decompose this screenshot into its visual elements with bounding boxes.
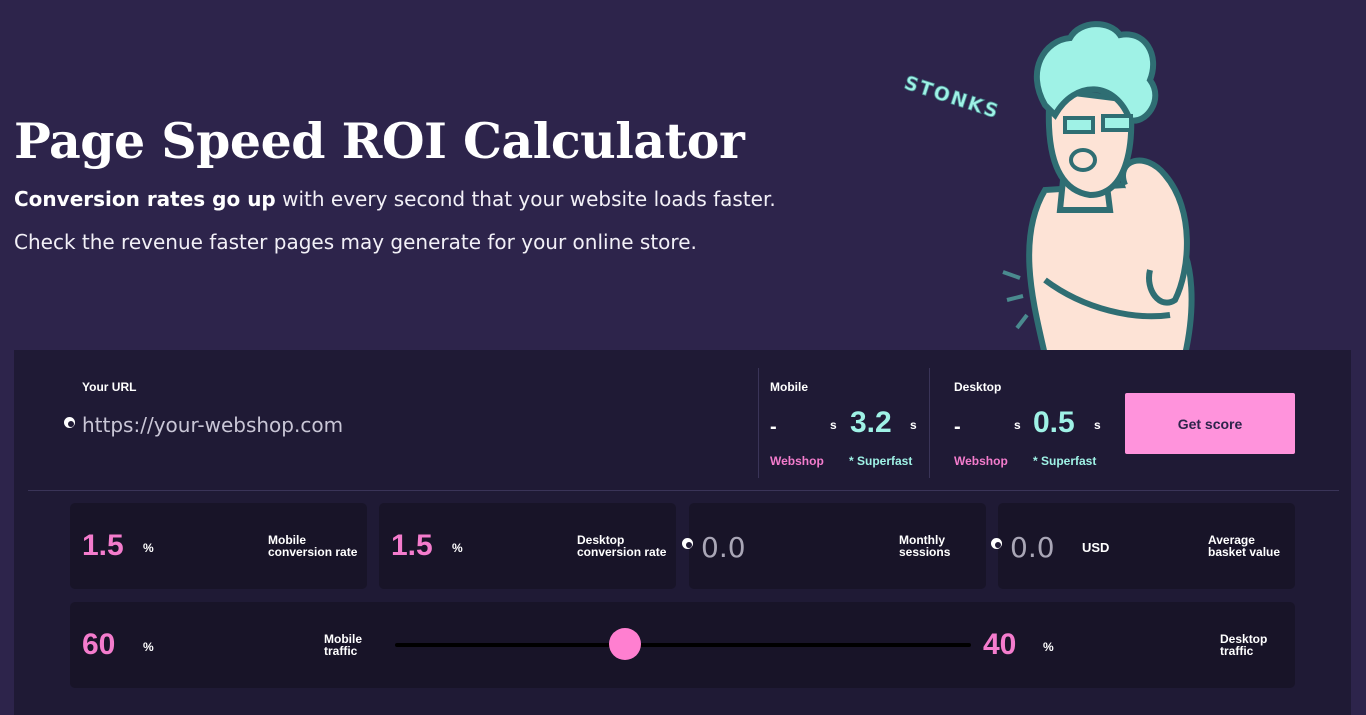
basket-value-input[interactable]: 0.0	[1010, 531, 1055, 564]
basket-radio-icon[interactable]	[991, 538, 1002, 549]
mobile-traffic-unit: %	[143, 640, 154, 654]
desktop-traffic-value: 40	[983, 628, 1017, 661]
desktop-superfast-score: 0.5	[1033, 406, 1075, 439]
mobile-conversion-input[interactable]: 1.5	[82, 529, 124, 563]
mobile-traffic-value: 60	[82, 628, 116, 661]
desktop-traffic-unit: %	[1043, 640, 1054, 654]
mobile-conversion-unit: %	[143, 541, 154, 555]
mobile-webshop-score: -	[770, 416, 777, 438]
mobile-webshop-tag: Webshop	[770, 454, 824, 468]
mobile-superfast-unit: s	[910, 418, 917, 432]
traffic-split-card: 60 % Mobile traffic 40 % Desktop traffic	[70, 602, 1295, 688]
url-radio-icon[interactable]	[64, 417, 75, 428]
desktop-webshop-score: -	[954, 416, 961, 438]
label-line: traffic	[324, 644, 358, 658]
label-line: conversion rate	[268, 545, 358, 559]
desktop-label: Desktop	[954, 380, 1002, 394]
calculator-panel: Your URL Mobile - s 3.2 s Webshop * Supe…	[14, 350, 1351, 715]
monthly-sessions-input[interactable]: 0.0	[701, 531, 746, 564]
url-input[interactable]	[82, 410, 682, 440]
basket-value-card: 0.0 USD Average basket value	[991, 503, 1295, 589]
url-label: Your URL	[82, 380, 137, 394]
mobile-conversion-label: Mobile conversion rate	[268, 534, 378, 558]
desktop-webshop-unit: s	[1014, 418, 1021, 432]
stonks-text: STONKS	[901, 72, 1002, 124]
mobile-conversion-card: 1.5 % Mobile conversion rate	[70, 503, 367, 589]
desktop-conversion-card: 1.5 % Desktop conversion rate	[379, 503, 676, 589]
monthly-sessions-card: 0.0 Monthly sessions	[682, 503, 986, 589]
get-score-button[interactable]: Get score	[1125, 393, 1295, 454]
mobile-traffic-label: Mobile traffic	[324, 633, 384, 657]
sessions-radio-icon[interactable]	[682, 538, 693, 549]
page-title: Page Speed ROI Calculator	[14, 112, 745, 170]
section-divider	[28, 490, 1339, 491]
mobile-label: Mobile	[770, 380, 808, 394]
currency-label: USD	[1082, 540, 1110, 555]
desktop-conversion-unit: %	[452, 541, 463, 555]
traffic-slider-handle[interactable]	[609, 628, 642, 660]
label-line: traffic	[1220, 644, 1254, 658]
desktop-webshop-tag: Webshop	[954, 454, 1008, 468]
desktop-conversion-input[interactable]: 1.5	[391, 529, 433, 563]
desktop-superfast-tag: * Superfast	[1033, 454, 1097, 468]
label-line: basket value	[1208, 545, 1281, 559]
stonks-mascot-illustration: STONKS	[901, 21, 1195, 355]
desktop-traffic-label: Desktop traffic	[1220, 633, 1280, 657]
divider	[929, 368, 930, 478]
page-subtitle: Conversion rates go up with every second…	[14, 178, 814, 264]
desktop-conversion-label: Desktop conversion rate	[577, 534, 687, 558]
mobile-superfast-tag: * Superfast	[849, 454, 913, 468]
mobile-webshop-unit: s	[830, 418, 837, 432]
traffic-slider-track[interactable]	[395, 643, 971, 647]
label-line: conversion rate	[577, 545, 667, 559]
basket-value-label: Average basket value	[1208, 534, 1318, 558]
subtitle-highlight: Conversion rates go up	[14, 187, 276, 211]
divider	[758, 368, 759, 478]
desktop-superfast-unit: s	[1094, 418, 1101, 432]
mobile-superfast-score: 3.2	[850, 406, 892, 439]
